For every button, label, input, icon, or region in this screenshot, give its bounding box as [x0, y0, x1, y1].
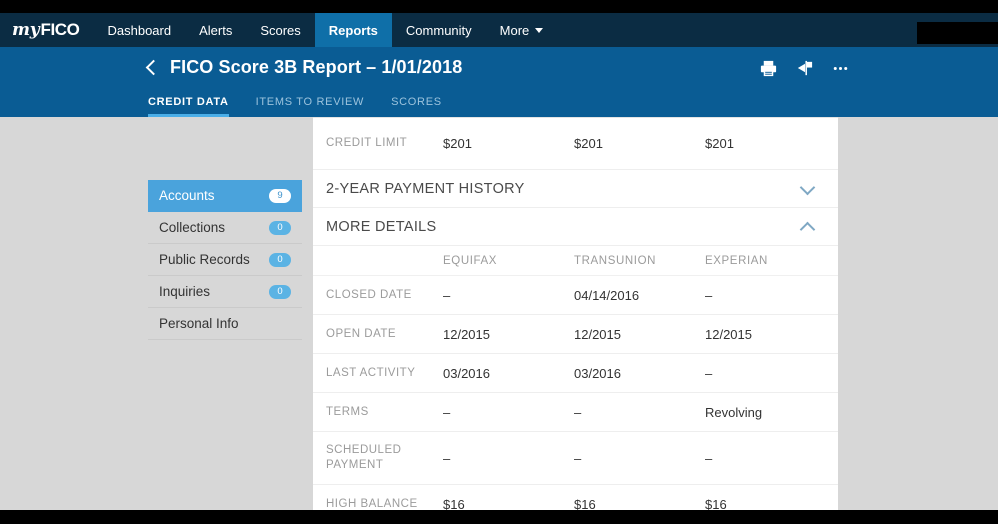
cell-transunion: 03/2016 — [574, 365, 621, 381]
column-header-transunion: TRANSUNION — [574, 254, 657, 267]
nav-item-label: Community — [405, 22, 472, 38]
table-row: CLOSED DATE – 04/14/2016 – — [313, 276, 838, 315]
sidebar-item-label: Public Records — [159, 252, 250, 267]
chevron-down-icon — [535, 27, 544, 33]
cell-experian: – — [705, 450, 713, 466]
nav-item-community[interactable]: Community — [392, 13, 486, 47]
nav-item-label: Dashboard — [107, 22, 172, 38]
print-icon[interactable] — [759, 59, 778, 78]
navbar-items: Dashboard Alerts Scores Reports Communit… — [93, 13, 557, 47]
table-row: TERMS – – Revolving — [313, 393, 838, 432]
tab-scores[interactable]: SCORES — [391, 96, 442, 117]
nav-item-alerts[interactable]: Alerts — [185, 13, 246, 47]
table-header-row: EQUIFAX TRANSUNION EXPERIAN — [313, 246, 838, 276]
sidebar-item-label: Personal Info — [159, 316, 239, 331]
cell-transunion: – — [574, 404, 582, 420]
row-label: CREDIT LIMIT — [326, 137, 408, 149]
primary-navbar: my FICO Dashboard Alerts Scores Reports C… — [0, 13, 998, 47]
cell-equifax: $201 — [443, 136, 472, 151]
row-label: LAST ACTIVITY — [326, 366, 416, 379]
credit-data-sidebar: Accounts 9 Collections 0 Public Records … — [148, 180, 302, 340]
sidebar-item-label: Inquiries — [159, 284, 211, 299]
status-badge: 0 — [269, 252, 291, 267]
sidebar-item-label: Collections — [159, 220, 226, 235]
cell-experian: Revolving — [705, 404, 763, 420]
nav-item-label: Alerts — [199, 22, 233, 38]
section-more-details[interactable]: MORE DETAILS — [313, 208, 838, 246]
logo-my-text: my — [12, 20, 40, 40]
logo-fico-text: FICO — [40, 20, 80, 39]
account-area-redaction — [917, 22, 998, 44]
nav-item-label: More — [499, 22, 530, 38]
status-badge: 0 — [269, 284, 291, 299]
sidebar-item-inquiries[interactable]: Inquiries 0 — [148, 276, 302, 308]
nav-item-dashboard[interactable]: Dashboard — [93, 13, 185, 47]
app-root: my FICO Dashboard Alerts Scores Reports C… — [0, 0, 998, 524]
table-row: SCHEDULED PAYMENT – – – — [313, 432, 838, 485]
browser-chrome-top — [0, 0, 998, 13]
cell-equifax: – — [443, 404, 451, 420]
table-row: CREDIT LIMIT $201 $201 $201 — [313, 118, 838, 170]
section-2-year-payment-history[interactable]: 2-YEAR PAYMENT HISTORY — [313, 170, 838, 208]
row-label: SCHEDULED PAYMENT — [326, 444, 402, 471]
nav-item-scores[interactable]: Scores — [246, 13, 314, 47]
cell-equifax: – — [443, 287, 451, 303]
account-detail-card: CREDIT LIMIT $201 $201 $201 2-YEAR PAYME… — [313, 117, 838, 524]
page-title: FICO Score 3B Report – 1/01/2018 — [170, 57, 463, 77]
report-actions — [759, 59, 850, 78]
cell-equifax: 12/2015 — [443, 326, 490, 342]
report-title-row: FICO Score 3B Report – 1/01/2018 — [144, 57, 462, 78]
myfico-logo[interactable]: my FICO — [0, 13, 93, 47]
column-header-equifax: EQUIFAX — [443, 254, 498, 267]
cell-transunion: 12/2015 — [574, 326, 621, 342]
chevron-down-icon — [800, 184, 816, 194]
nav-item-reports[interactable]: Reports — [314, 13, 392, 47]
sidebar-item-collections[interactable]: Collections 0 — [148, 212, 302, 244]
share-icon[interactable] — [795, 59, 814, 78]
row-label: OPEN DATE — [326, 327, 397, 340]
cell-transunion: $201 — [574, 136, 603, 151]
cell-transunion: – — [574, 450, 582, 466]
cell-experian: 12/2015 — [705, 326, 752, 342]
sidebar-item-public-records[interactable]: Public Records 0 — [148, 244, 302, 276]
browser-chrome-bottom — [0, 510, 998, 524]
sidebar-item-accounts[interactable]: Accounts 9 — [148, 180, 302, 212]
section-title: MORE DETAILS — [326, 218, 437, 235]
cell-transunion: 04/14/2016 — [574, 287, 640, 303]
table-row: LAST ACTIVITY 03/2016 03/2016 – — [313, 354, 838, 393]
page-body: Accounts 9 Collections 0 Public Records … — [0, 117, 998, 524]
cell-experian: – — [705, 365, 713, 381]
nav-item-label: Reports — [328, 22, 378, 38]
cell-equifax: 03/2016 — [443, 365, 490, 381]
nav-item-more[interactable]: More — [486, 13, 558, 47]
tab-items-to-review[interactable]: ITEMS TO REVIEW — [256, 96, 365, 117]
right-gutter — [838, 117, 998, 510]
chevron-up-icon — [800, 222, 816, 232]
status-badge: 9 — [269, 188, 291, 203]
nav-item-label: Scores — [260, 22, 301, 38]
cell-equifax: – — [443, 450, 451, 466]
cell-experian: $201 — [705, 136, 734, 151]
status-badge: 0 — [269, 220, 291, 235]
sidebar-item-personal-info[interactable]: Personal Info — [148, 308, 302, 340]
column-header-experian: EXPERIAN — [705, 254, 768, 267]
report-header-band: FICO Score 3B Report – 1/01/2018 CREDIT … — [0, 47, 998, 117]
back-chevron-icon[interactable] — [144, 58, 160, 78]
row-label: CLOSED DATE — [326, 288, 412, 301]
sidebar-item-label: Accounts — [159, 188, 215, 203]
report-tabs: CREDIT DATA ITEMS TO REVIEW SCORES — [148, 83, 469, 117]
table-row: OPEN DATE 12/2015 12/2015 12/2015 — [313, 315, 838, 354]
row-label: TERMS — [326, 405, 369, 418]
cell-experian: – — [705, 287, 713, 303]
more-options-icon[interactable] — [831, 59, 850, 78]
section-title: 2-YEAR PAYMENT HISTORY — [326, 180, 525, 197]
tab-credit-data[interactable]: CREDIT DATA — [148, 96, 229, 117]
